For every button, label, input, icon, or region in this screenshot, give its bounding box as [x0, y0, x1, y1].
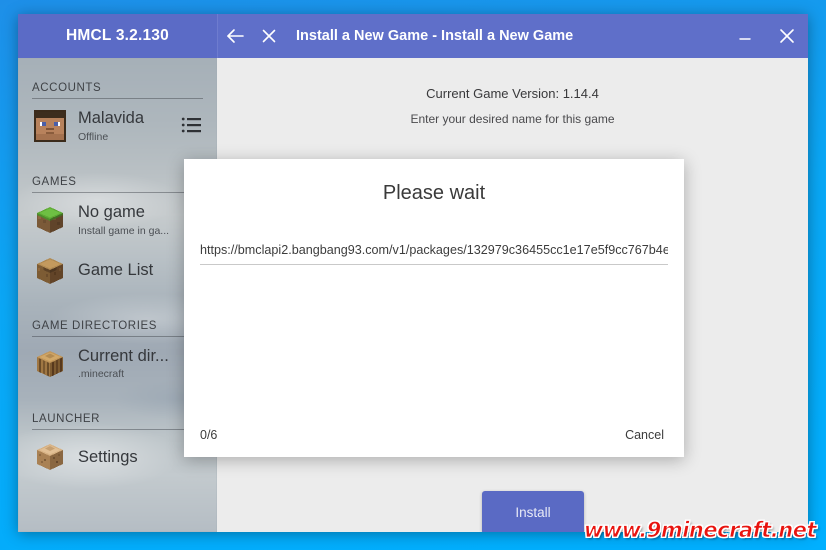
- sidebar-section-games: GAMES: [32, 152, 203, 193]
- steve-avatar-icon: [34, 110, 66, 143]
- sidebar-item-subtitle: .minecraft: [78, 368, 125, 381]
- sidebar-item-text: Settings: [78, 447, 138, 467]
- sidebar-section-label-accounts: ACCOUNTS: [32, 82, 102, 94]
- sidebar-section-launcher: LAUNCHER: [32, 389, 203, 431]
- app-title: HMCL 3.2.130: [66, 27, 169, 44]
- close-icon[interactable]: [766, 14, 808, 58]
- divider: [32, 98, 203, 99]
- download-url-input[interactable]: [200, 243, 668, 265]
- sidebar-section-label-game-directories: GAME DIRECTORIES: [32, 319, 158, 332]
- game-name-hint-label: Enter your desired name for this game: [410, 112, 615, 126]
- close-x-icon[interactable]: [252, 14, 286, 58]
- sidebar-item-title: Settings: [78, 447, 138, 466]
- sidebar-item-text: Malavida Offline: [78, 109, 145, 143]
- install-button[interactable]: Install: [482, 491, 584, 532]
- divider: [32, 191, 203, 193]
- sidebar-item-subtitle: Offline: [78, 130, 109, 143]
- sidebar-item-account-malavida[interactable]: Malavida Offline: [18, 101, 217, 152]
- please-wait-dialog: Please wait 0/6 Cancel: [184, 159, 684, 457]
- window-controls: [724, 14, 808, 58]
- sidebar-section-accounts: ACCOUNTS: [32, 58, 203, 99]
- dialog-footer: 0/6 Cancel: [184, 413, 684, 457]
- sidebar-item-text: Current dir... .minecraft: [78, 346, 169, 381]
- sidebar-item-title: Game List: [78, 260, 154, 279]
- sidebar-section-label-games: GAMES: [32, 175, 77, 188]
- minimize-icon[interactable]: [724, 14, 766, 58]
- sidebar-item-title: Malavida: [78, 109, 145, 127]
- cancel-button[interactable]: Cancel: [621, 422, 668, 448]
- sidebar-item-text: No game Install game in ga...: [78, 202, 170, 237]
- title-bar-main: Install a New Game - Install a New Game: [217, 14, 808, 58]
- sidebar-section-game-directories: GAME DIRECTORIES: [32, 296, 203, 337]
- site-watermark: www.9minecraft.net: [583, 518, 817, 543]
- page-title: Install a New Game - Install a New Game: [296, 28, 574, 44]
- command-block-icon: [34, 441, 66, 473]
- desktop-background: HMCL 3.2.130 Install a New Game - Instal…: [0, 0, 826, 550]
- crafting-table-icon: [34, 255, 66, 287]
- sidebar-item-subtitle: Install game in ga...: [78, 224, 170, 237]
- sidebar-section-label-launcher: LAUNCHER: [32, 413, 101, 426]
- divider: [32, 429, 203, 431]
- back-arrow-icon[interactable]: [218, 14, 252, 58]
- divider: [32, 335, 203, 337]
- dialog-title: Please wait: [382, 182, 486, 204]
- chest-block-icon: [34, 348, 66, 380]
- app-logo-area: HMCL 3.2.130: [18, 14, 217, 58]
- sidebar-item-title: Current dir...: [78, 346, 169, 365]
- progress-counter: 0/6: [200, 428, 218, 442]
- current-game-version-label: Current Game Version: 1.14.4: [426, 86, 599, 101]
- application-window: HMCL 3.2.130 Install a New Game - Instal…: [18, 14, 808, 532]
- sidebar-item-title: No game: [78, 202, 145, 221]
- download-url-field-wrapper: [200, 243, 668, 265]
- title-bar: HMCL 3.2.130 Install a New Game - Instal…: [18, 14, 808, 58]
- list-menu-icon[interactable]: [181, 116, 203, 136]
- grass-block-icon: [34, 204, 66, 236]
- sidebar-item-text: Game List: [78, 260, 154, 280]
